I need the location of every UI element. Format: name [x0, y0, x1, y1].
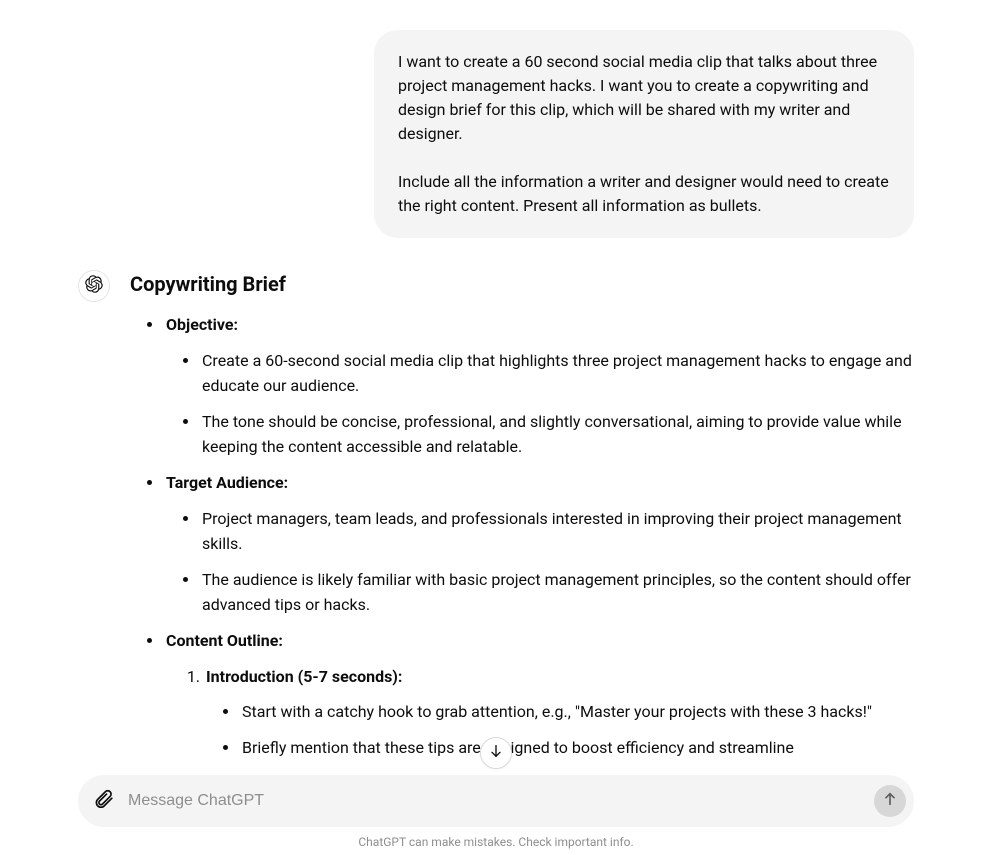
- composer: [78, 775, 914, 827]
- conversation-scroll[interactable]: I want to create a 60 second social medi…: [0, 0, 992, 780]
- user-message-p1: I want to create a 60 second social medi…: [398, 50, 890, 146]
- assistant-message-content: Copywriting Brief Objective: Create a 60…: [130, 268, 914, 760]
- section-content-outline: Content Outline: Introduction (5-7 secon…: [164, 628, 914, 760]
- message-input[interactable]: [128, 792, 864, 810]
- attach-button[interactable]: [90, 787, 118, 815]
- arrow-down-icon: [488, 743, 504, 763]
- assistant-avatar: [78, 270, 110, 302]
- assistant-message-row: Copywriting Brief Objective: Create a 60…: [78, 268, 914, 760]
- send-button[interactable]: [874, 785, 906, 817]
- scroll-to-bottom-button[interactable]: [480, 737, 512, 769]
- target-audience-label: Target Audience:: [166, 473, 288, 492]
- paperclip-icon: [94, 789, 114, 813]
- openai-icon: [85, 275, 103, 297]
- section-objective: Objective: Create a 60-second social med…: [164, 312, 914, 460]
- objective-label: Objective:: [166, 315, 238, 334]
- brief-list: Objective: Create a 60-second social med…: [130, 312, 914, 760]
- list-item: The audience is likely familiar with bas…: [200, 567, 914, 618]
- user-message-p2: Include all the information a writer and…: [398, 170, 890, 218]
- user-message-container: I want to create a 60 second social medi…: [78, 30, 914, 238]
- list-item: Project managers, team leads, and profes…: [200, 506, 914, 557]
- target-audience-items: Project managers, team leads, and profes…: [166, 506, 914, 618]
- content-outline-label: Content Outline:: [166, 631, 283, 650]
- user-message-bubble: I want to create a 60 second social medi…: [374, 30, 914, 238]
- list-item: Start with a catchy hook to grab attenti…: [240, 699, 914, 725]
- assistant-heading: Copywriting Brief: [130, 268, 914, 300]
- list-item: The tone should be concise, professional…: [200, 409, 914, 460]
- composer-area: ChatGPT can make mistakes. Check importa…: [0, 775, 992, 855]
- intro-label: Introduction (5-7 seconds):: [206, 667, 402, 686]
- list-item: Briefly mention that these tips are desi…: [240, 735, 914, 761]
- list-item: Create a 60-second social media clip tha…: [200, 348, 914, 399]
- outline-intro: Introduction (5-7 seconds): Start with a…: [204, 664, 914, 761]
- objective-items: Create a 60-second social media clip tha…: [166, 348, 914, 460]
- intro-items: Start with a catchy hook to grab attenti…: [206, 699, 914, 760]
- content-outline-items: Introduction (5-7 seconds): Start with a…: [166, 664, 914, 761]
- section-target-audience: Target Audience: Project managers, team …: [164, 470, 914, 618]
- disclaimer-text: ChatGPT can make mistakes. Check importa…: [78, 835, 914, 849]
- arrow-up-icon: [882, 791, 898, 811]
